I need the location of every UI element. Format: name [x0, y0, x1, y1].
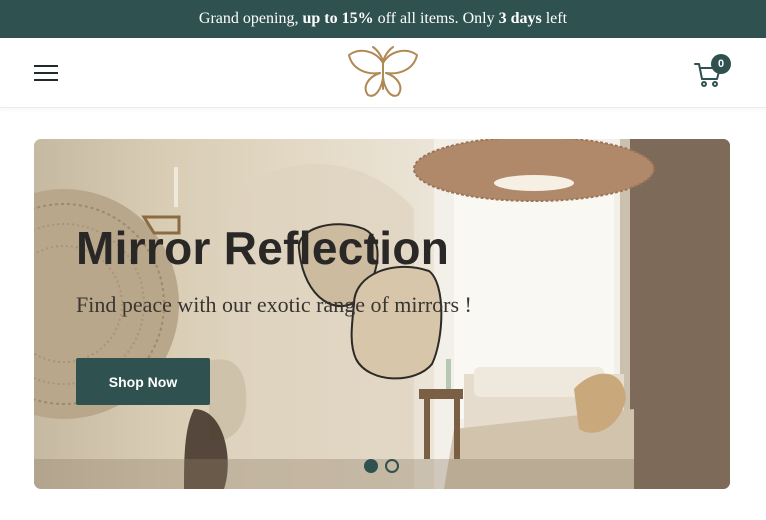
cart-button[interactable]: 0 — [694, 54, 732, 90]
slide-dot-2[interactable] — [385, 459, 399, 473]
announcement-segment: off all items. Only — [373, 10, 499, 27]
hero-banner: Mirror Reflection Find peace with our ex… — [34, 139, 730, 489]
hamburger-menu-icon[interactable] — [34, 65, 58, 83]
announcement-bar: Grand opening, up to 15% off all items. … — [0, 0, 766, 38]
slide-dot-1[interactable] — [364, 459, 378, 473]
announcement-segment: Grand opening, — [198, 10, 303, 27]
announcement-discount: up to 15% — [302, 10, 374, 27]
hero-subtitle: Find peace with our exotic range of mirr… — [76, 292, 472, 317]
hero-title: Mirror Reflection — [76, 222, 450, 274]
announcement-text: Grand opening, up to 15% off all items. … — [199, 10, 567, 28]
cart-count-badge: 0 — [711, 54, 731, 74]
announcement-segment: left — [541, 10, 568, 27]
butterfly-logo[interactable] — [346, 43, 420, 101]
shop-now-button[interactable]: Shop Now — [76, 358, 210, 405]
site-header: 0 — [0, 38, 766, 108]
announcement-days: 3 days — [498, 10, 542, 27]
